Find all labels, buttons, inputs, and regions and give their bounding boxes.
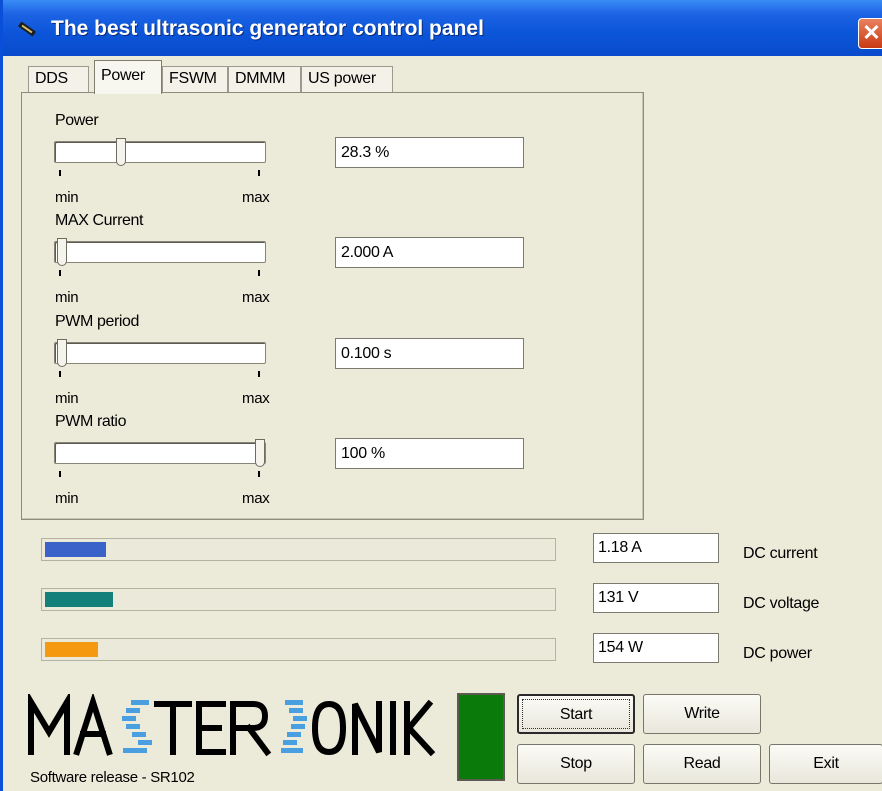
dc-power-bar [41,638,556,661]
stop-button-label: Stop [560,755,592,772]
min-label: min [55,390,79,407]
stop-button[interactable]: Stop [517,744,635,784]
max-label: max [242,490,270,507]
window-title: The best ultrasonic generator control pa… [51,17,484,40]
dc-current-bar-fill [45,542,106,557]
max-tick [258,270,260,276]
tab-fswm[interactable]: FSWM [162,66,228,92]
min-tick [59,471,61,477]
dc-power-label: DC power [743,645,812,662]
write-button-label: Write [684,705,720,722]
exit-button[interactable]: Exit [769,744,882,784]
start-button[interactable]: Start [517,694,635,734]
pwm-period-label: PWM period [55,313,140,330]
dc-voltage-bar [41,588,556,611]
min-label: min [55,189,79,206]
dc-current-value-field[interactable]: 1.18 A [593,533,719,563]
min-label: min [55,289,79,306]
app-icon [18,21,36,37]
min-label: min [55,490,79,507]
dc-current-bar [41,538,556,561]
max-tick [258,170,260,176]
focus-ring [522,699,630,729]
slider-thumb[interactable] [255,439,265,467]
write-button[interactable]: Write [643,694,761,734]
slider-thumb[interactable] [116,138,127,166]
power-value-field[interactable]: 28.3 % [335,137,524,168]
power-label: Power [55,112,99,129]
max-label: max [242,189,270,206]
power-slider[interactable] [54,138,266,166]
dc-current-label: DC current [743,545,818,562]
slider-thumb[interactable] [57,339,67,367]
max-current-label: MAX Current [55,212,144,229]
dc-voltage-label: DC voltage [743,595,820,612]
min-tick [59,270,61,276]
pwm-ratio-slider[interactable] [54,439,266,467]
tab-label: US power [308,70,376,87]
tab-dds[interactable]: DDS [28,66,89,92]
read-button[interactable]: Read [643,744,761,784]
read-button-label: Read [683,755,721,772]
tab-dmmm[interactable]: DMMM [228,66,301,92]
max-current-value-field[interactable]: 2.000 A [335,237,524,268]
mastersonic-logo [28,694,436,757]
title-bar[interactable]: The best ultrasonic generator control pa… [3,0,882,56]
max-label: max [242,390,270,407]
pwm-period-value-field[interactable]: 0.100 s [335,338,524,369]
max-label: max [242,289,270,306]
dc-power-bar-fill [45,642,98,657]
pwm-ratio-value-field[interactable]: 100 % [335,438,524,469]
tab-label: Power [101,67,145,84]
dc-voltage-bar-fill [45,592,113,607]
status-indicator [457,693,505,781]
tab-label: DMMM [235,70,286,87]
tab-label: FSWM [169,70,217,87]
pwm-ratio-label: PWM ratio [55,413,127,430]
max-tick [258,471,260,477]
pwm-period-slider[interactable] [54,339,266,367]
close-button[interactable]: ✕ [858,18,882,49]
dc-voltage-value-field[interactable]: 131 V [593,583,719,613]
slider-thumb[interactable] [57,238,67,266]
software-release-label: Software release - SR102 [30,769,195,786]
tab-power[interactable]: Power [94,60,162,94]
power-tab-panel: Power min max 28.3 % MAX Current min max… [21,92,644,520]
main-window: The best ultrasonic generator control pa… [0,0,882,791]
min-tick [59,170,61,176]
tab-us-power[interactable]: US power [301,66,393,92]
min-tick [59,371,61,377]
max-tick [258,371,260,377]
tab-label: DDS [35,70,68,87]
max-current-slider[interactable] [54,238,266,266]
exit-button-label: Exit [813,755,839,772]
dc-power-value-field[interactable]: 154 W [593,633,719,663]
close-icon: ✕ [862,20,881,45]
